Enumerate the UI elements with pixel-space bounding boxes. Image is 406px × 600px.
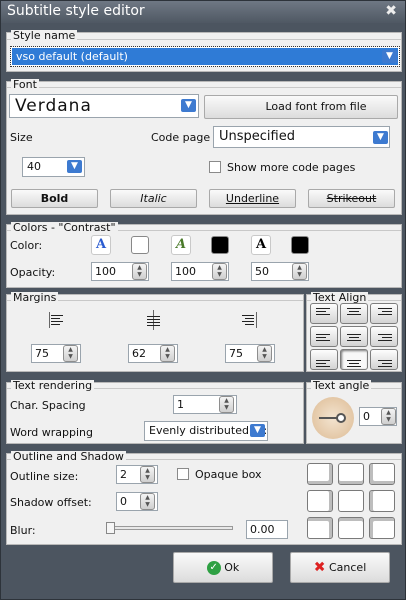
blur-slider-thumb[interactable] xyxy=(106,522,115,534)
shadow-direction-4-button[interactable] xyxy=(307,490,333,512)
strikeout-button[interactable]: Strikeout xyxy=(308,189,395,208)
align-middle-center-button[interactable] xyxy=(340,326,368,347)
style-name-select[interactable]: vso default (default) xyxy=(10,46,400,67)
chevron-down-icon[interactable]: ▼ xyxy=(250,424,265,437)
blur-slider[interactable] xyxy=(106,522,233,534)
colors-legend: Colors - "Contrast" xyxy=(11,221,118,234)
cancel-icon: ✖ xyxy=(313,559,326,576)
spin-up-down-icon[interactable]: ▲ ▼ xyxy=(140,466,155,483)
spin-up-down-icon[interactable]: ▲ ▼ xyxy=(212,263,227,280)
align-bottom-left-button[interactable] xyxy=(310,349,338,370)
shadow-color-swatch[interactable] xyxy=(291,236,309,254)
code-page-label: Code page xyxy=(151,131,211,144)
style-name-legend: Style name xyxy=(11,29,78,42)
vertical-margin-icon xyxy=(144,310,164,330)
spin-up-down-icon[interactable]: ▲ ▼ xyxy=(219,396,234,413)
code-page-select[interactable]: Unspecified xyxy=(213,126,390,148)
cancel-button[interactable]: ✖ Cancel xyxy=(290,552,390,583)
italic-button[interactable]: Italic xyxy=(110,189,197,208)
align-top-left-button[interactable] xyxy=(310,303,338,324)
show-more-code-pages-label: Show more code pages xyxy=(227,161,356,174)
blur-field[interactable]: 0.00 xyxy=(246,520,288,539)
color-label: Color: xyxy=(10,239,43,252)
align-top-center-button[interactable] xyxy=(340,303,368,324)
right-margin-icon xyxy=(239,312,261,328)
primary-color-swatch[interactable] xyxy=(131,236,149,254)
bold-button[interactable]: Bold xyxy=(11,189,98,208)
angle-dial-icon[interactable] xyxy=(312,397,354,439)
shadow-direction-8-button[interactable] xyxy=(338,517,364,539)
title-bar: Subtitle style editor ✖ xyxy=(1,1,405,23)
load-font-button[interactable]: Load font from file xyxy=(204,95,398,119)
outline-shadow-legend: Outline and Shadow xyxy=(11,450,126,463)
opacity-label: Opacity: xyxy=(10,266,56,279)
window-title: Subtitle style editor xyxy=(7,3,145,19)
opaque-box-checkbox[interactable] xyxy=(177,468,189,480)
font-family-select[interactable]: Verdana xyxy=(9,94,199,118)
size-label: Size xyxy=(10,131,33,144)
shadow-direction-7-button[interactable] xyxy=(307,517,333,539)
spin-up-down-icon[interactable]: ▲ ▼ xyxy=(381,408,396,425)
show-more-code-pages-checkbox[interactable] xyxy=(209,161,221,173)
code-page-value: Unspecified xyxy=(219,129,295,144)
ok-button[interactable]: ✓ Ok xyxy=(173,552,273,583)
font-family-value: Verdana xyxy=(15,96,92,116)
align-middle-left-button[interactable] xyxy=(310,326,338,347)
chevron-down-icon[interactable]: ▼ xyxy=(382,50,397,63)
subtitle-style-editor-window: Subtitle style editor ✖ Style name vso d… xyxy=(0,0,406,600)
check-icon: ✓ xyxy=(206,561,221,575)
shadow-offset-label: Shadow offset: xyxy=(10,496,92,509)
align-bottom-right-button[interactable] xyxy=(370,349,398,370)
spin-up-down-icon[interactable]: ▲ ▼ xyxy=(257,345,272,362)
left-margin-icon xyxy=(45,312,65,328)
align-top-right-button[interactable] xyxy=(370,303,398,324)
opaque-box-label: Opaque box xyxy=(195,468,262,481)
chevron-down-icon[interactable]: ▼ xyxy=(373,131,388,144)
blur-label: Blur: xyxy=(10,524,36,537)
outline-size-label: Outline size: xyxy=(10,470,79,483)
font-size-value: 40 xyxy=(27,160,41,173)
primary-color-picker-icon[interactable]: A xyxy=(91,235,111,255)
chevron-down-icon[interactable]: ▼ xyxy=(67,160,82,173)
shadow-color-picker-icon[interactable]: A xyxy=(251,235,271,255)
spin-up-down-icon[interactable]: ▲ ▼ xyxy=(292,263,307,280)
text-angle-legend: Text angle xyxy=(311,379,372,392)
word-wrapping-label: Word wrapping xyxy=(10,426,94,439)
spin-up-down-icon[interactable]: ▲ ▼ xyxy=(132,263,147,280)
margins-legend: Margins xyxy=(11,291,59,304)
style-name-value: vso default (default) xyxy=(16,50,128,63)
char-spacing-label: Char. Spacing xyxy=(10,399,86,412)
shadow-direction-3-button[interactable] xyxy=(369,463,395,485)
spin-up-down-icon[interactable]: ▲ ▼ xyxy=(160,345,175,362)
underline-button[interactable]: Underline xyxy=(209,189,296,208)
shadow-direction-1-button[interactable] xyxy=(307,463,333,485)
align-middle-right-button[interactable] xyxy=(370,326,398,347)
chevron-down-icon[interactable]: ▼ xyxy=(181,99,196,112)
align-bottom-center-button[interactable] xyxy=(340,349,368,370)
text-rendering-legend: Text rendering xyxy=(11,379,95,392)
font-legend: Font xyxy=(11,78,39,91)
shadow-direction-9-button[interactable] xyxy=(369,517,395,539)
spin-up-down-icon[interactable]: ▲ ▼ xyxy=(140,493,155,510)
close-icon[interactable]: ✖ xyxy=(385,3,397,19)
outline-color-picker-icon[interactable]: A xyxy=(171,235,191,255)
outline-color-swatch[interactable] xyxy=(211,236,229,254)
shadow-direction-5-button[interactable] xyxy=(338,490,364,512)
spin-up-down-icon[interactable]: ▲ ▼ xyxy=(63,345,78,362)
shadow-direction-2-button[interactable] xyxy=(338,463,364,485)
shadow-direction-6-button[interactable] xyxy=(369,490,395,512)
